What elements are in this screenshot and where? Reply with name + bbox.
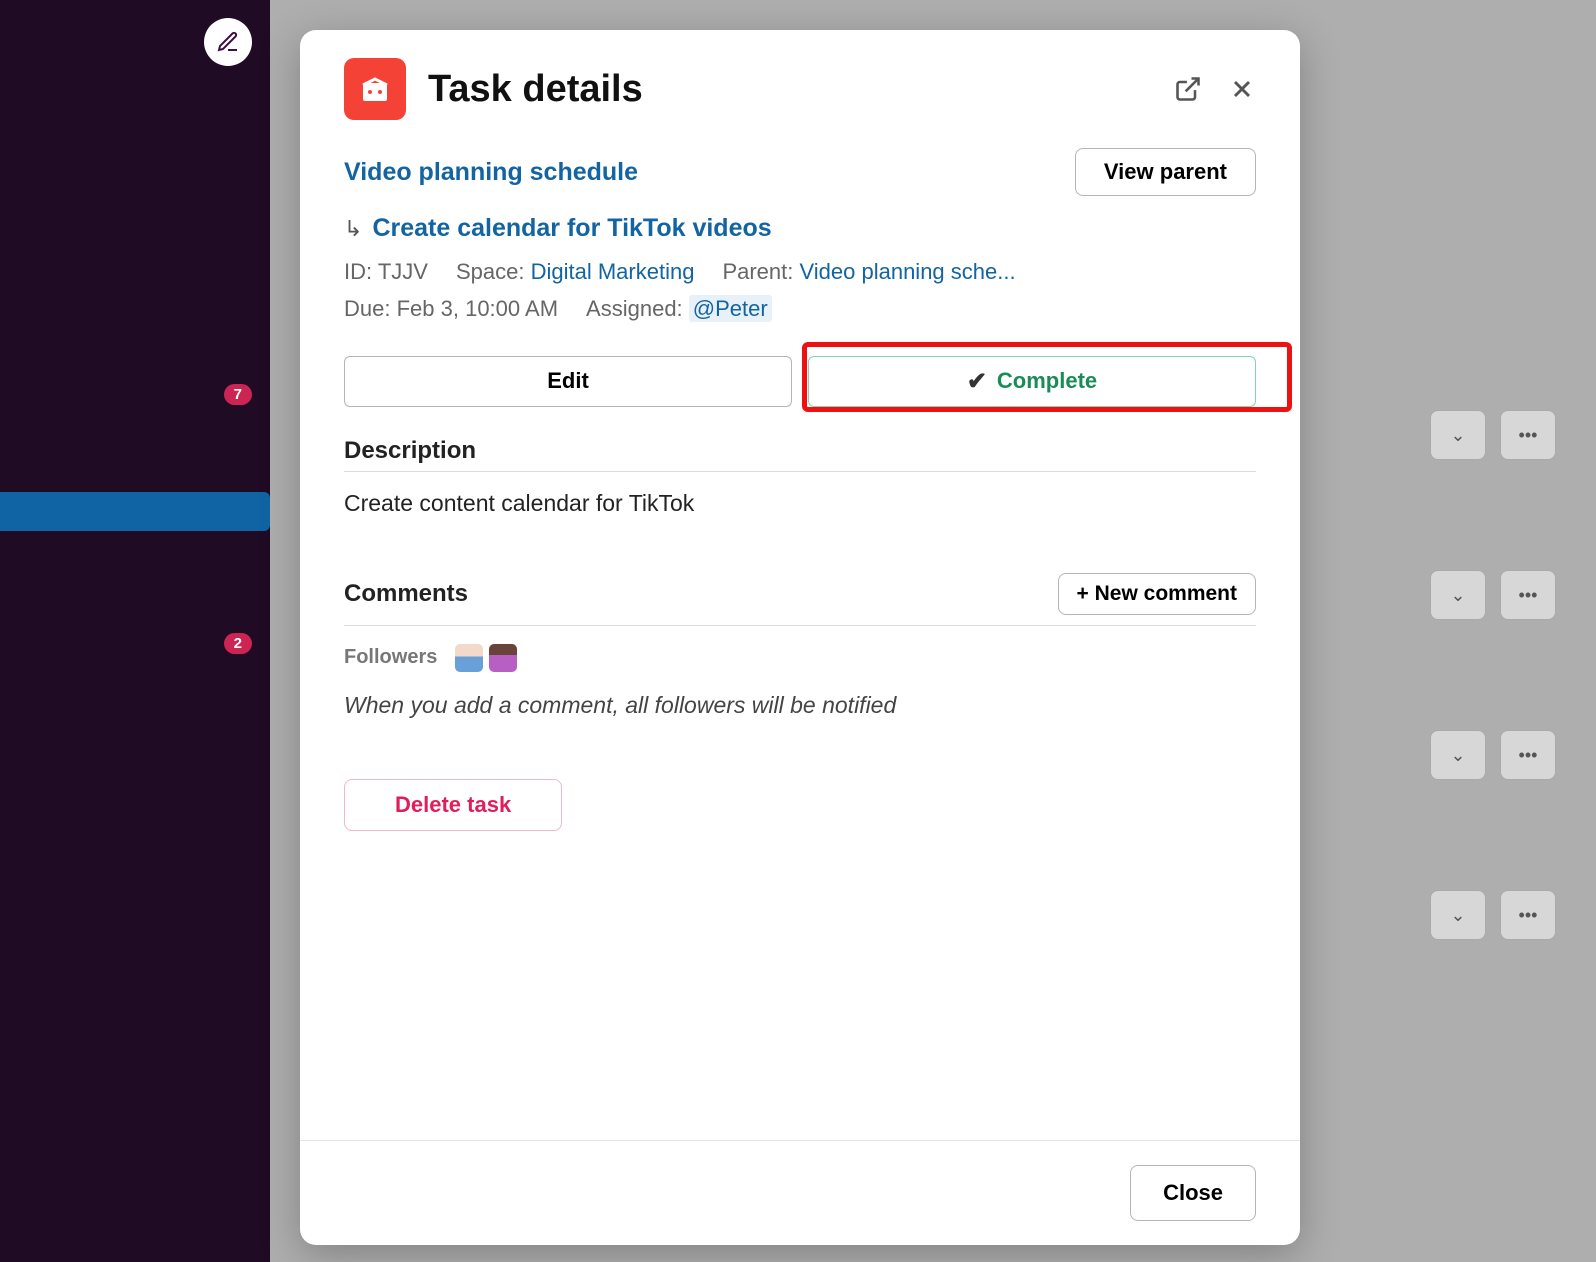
followers-label: Followers [344,646,437,669]
row-more-icon[interactable]: ••• [1500,570,1556,620]
sidebar-item[interactable]: ting [0,283,270,322]
sidebar-item[interactable]: nnect [0,204,270,243]
space-link[interactable]: Digital Marketing [531,259,695,284]
slack-sidebar: itness ⌄ s & reactionsmsnnecttingntialne… [0,0,270,1262]
delete-task-button[interactable]: Delete task [344,779,562,831]
subtask-arrow-icon: ↳ [344,216,362,242]
task-metadata: ID: TJJV Space: Digital Marketing Parent… [344,253,1256,328]
sidebar-item[interactable]: oment [0,453,270,492]
follower-avatar[interactable] [489,644,517,672]
comments-heading: Comments [344,580,468,608]
row-chevron-icon[interactable]: ⌄ [1430,410,1486,460]
sidebar-item[interactable]: ner-support7 [0,375,270,414]
compose-button[interactable] [204,18,252,66]
row-more-icon[interactable]: ••• [1500,890,1556,940]
unread-badge: 2 [224,633,252,654]
new-comment-button[interactable]: + New comment [1058,573,1256,615]
sidebar-item[interactable]: ms [0,165,270,204]
complete-button[interactable]: ✔ Complete [808,356,1256,407]
edit-button[interactable]: Edit [344,356,792,407]
sidebar-item[interactable]: ing2 [0,624,270,663]
unread-badge: 7 [224,384,252,405]
sidebar-item[interactable]: a [0,571,270,610]
compose-icon [216,30,240,54]
sidebar-item[interactable]: ntial [0,336,270,375]
task-name-link[interactable]: Create calendar for TikTok videos [372,214,771,243]
row-chevron-icon[interactable]: ⌄ [1430,890,1486,940]
follower-avatar[interactable] [455,644,483,672]
row-more-icon[interactable]: ••• [1500,410,1556,460]
description-heading: Description [344,437,1256,472]
sidebar-item[interactable]: narketing [0,492,270,531]
view-parent-button[interactable]: View parent [1075,148,1256,196]
row-chevron-icon[interactable]: ⌄ [1430,730,1486,780]
comment-hint: When you add a comment, all followers wi… [344,692,1256,719]
modal-title: Task details [428,68,1152,111]
sidebar-item[interactable]: ers [0,414,270,453]
parent-meta-link[interactable]: Video planning sche... [800,259,1016,284]
parent-project-link[interactable]: Video planning schedule [344,158,638,187]
task-details-modal: Task details Video planning schedule Vie… [300,30,1300,1245]
row-more-icon[interactable]: ••• [1500,730,1556,780]
description-text: Create content calendar for TikTok [344,490,1256,517]
close-button[interactable]: Close [1130,1165,1256,1221]
sidebar-item[interactable]: s & reactions [0,126,270,165]
row-chevron-icon[interactable]: ⌄ [1430,570,1486,620]
checkmark-icon: ✔ [967,367,987,396]
assignee-mention[interactable]: @Peter [689,295,772,322]
close-icon[interactable] [1228,75,1256,103]
app-icon [344,58,406,120]
open-external-icon[interactable] [1174,75,1202,103]
wrike-icon [357,71,393,107]
